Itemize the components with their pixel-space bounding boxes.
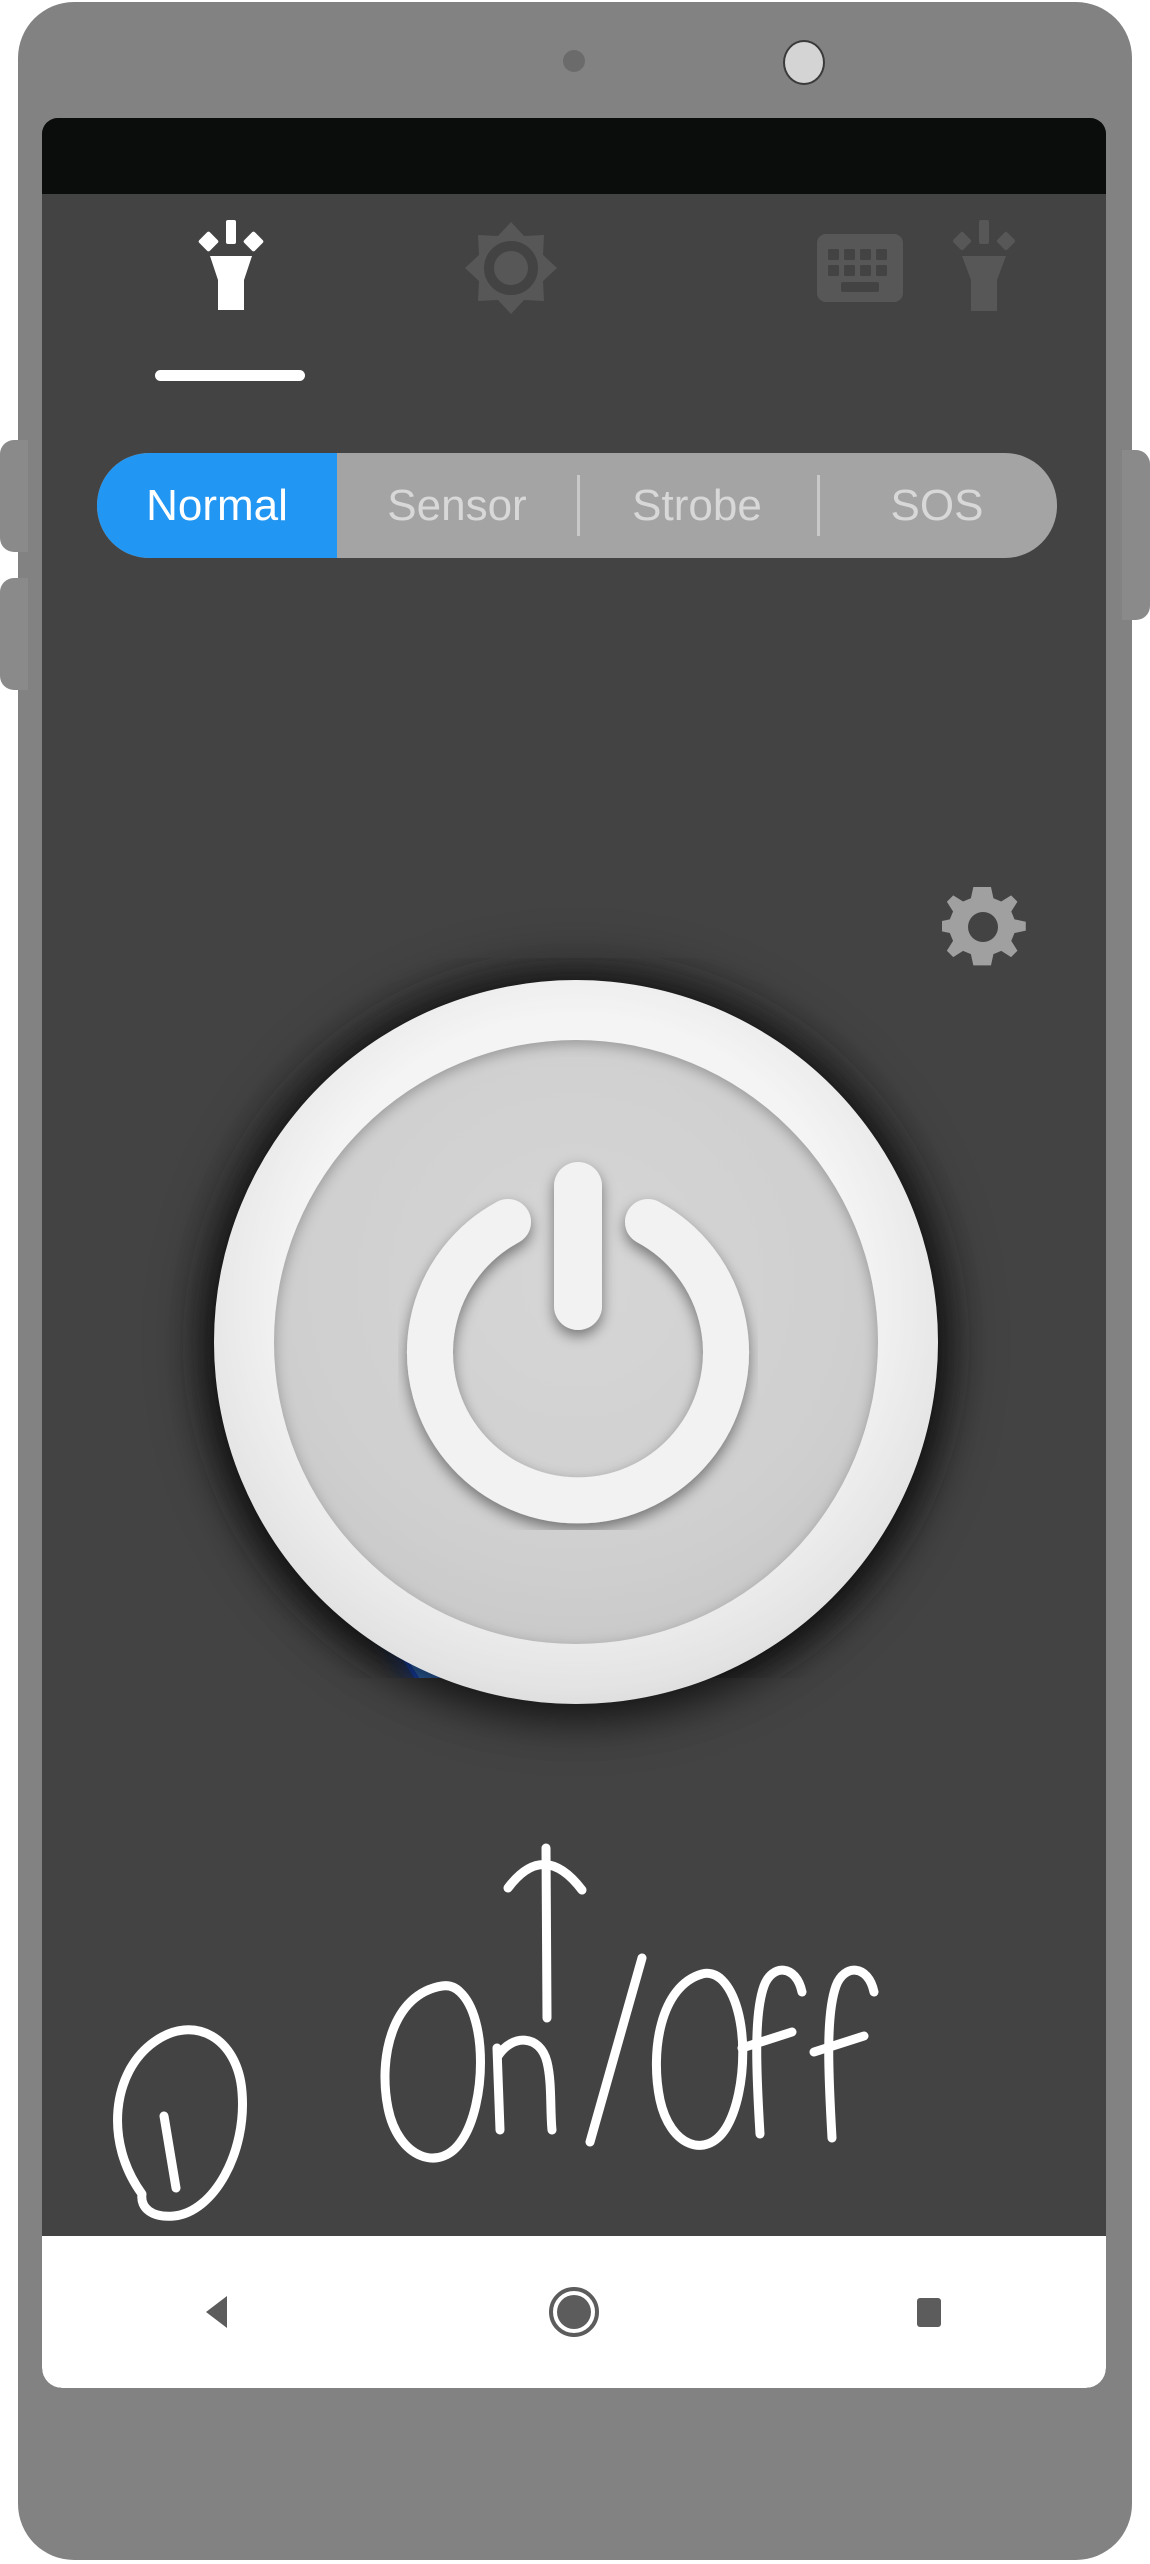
mode-tab-label: Strobe [632,480,762,530]
mode-tab-label: Sensor [387,480,527,530]
volume-up-button[interactable] [0,440,28,552]
status-bar [42,118,1106,194]
flashlight-alt-icon [952,220,1016,311]
power-side-button[interactable] [1122,450,1150,620]
home-circle-icon [548,2287,599,2337]
power-dial [42,958,1106,1704]
recents-square-icon [916,2298,941,2327]
app-toolbar [42,194,1106,381]
active-tab-underline [155,370,305,381]
toolbar-item-torch[interactable] [942,218,1026,314]
mode-tab-label: Normal [146,480,288,530]
front-camera-icon [783,40,825,85]
power-button[interactable] [214,980,938,1704]
nav-back-button[interactable] [139,2290,299,2334]
keyboard-icon [817,234,903,302]
volume-down-button[interactable] [0,578,28,690]
flashlight-icon [198,220,264,310]
callout-arrow-shaft [541,1843,552,2023]
nav-recents-button[interactable] [849,2292,1009,2332]
toolbar-item-flashlight[interactable] [185,218,275,314]
callout-text-ink [380,1953,879,2163]
screenshot-root: Normal Sensor Strobe SOS [0,0,1150,2564]
mode-tab-normal[interactable]: Normal [97,453,337,558]
power-icon [407,1162,749,1524]
mode-separator [577,475,580,536]
proximity-sensor-icon [563,50,585,72]
mode-segmented-control: Normal Sensor Strobe SOS [97,453,1057,558]
phone-screen: Normal Sensor Strobe SOS [42,118,1106,2388]
power-button-inner [274,1040,878,1644]
nav-home-button[interactable] [494,2285,654,2339]
android-nav-bar [42,2236,1106,2388]
toolbar-item-keyboard[interactable] [817,234,903,302]
mode-tab-sensor[interactable]: Sensor [337,453,577,558]
marker-numeral [159,2111,181,2193]
mode-separator [817,475,820,536]
brightness-icon [465,222,557,314]
mode-tab-sos[interactable]: SOS [817,453,1057,558]
mode-tab-label: SOS [890,480,984,530]
back-triangle-icon [206,2296,228,2328]
toolbar-item-brightness[interactable] [465,222,557,314]
mode-tab-strobe[interactable]: Strobe [577,453,817,558]
